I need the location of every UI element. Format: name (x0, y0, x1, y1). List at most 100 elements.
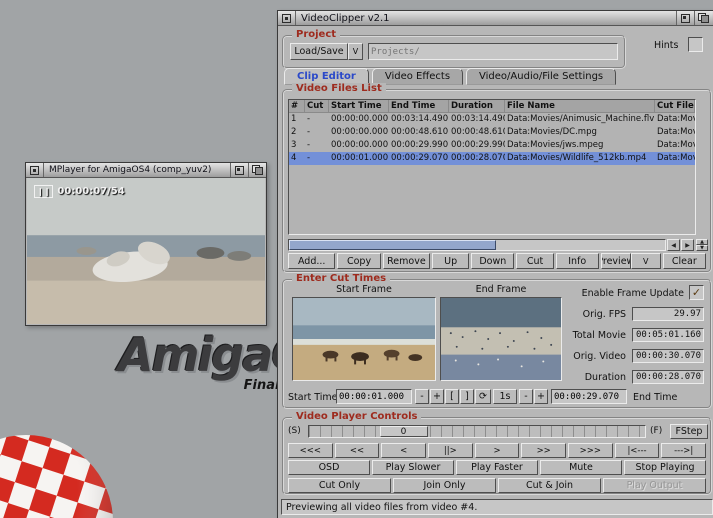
zoom-gadget-icon[interactable] (230, 163, 248, 177)
pause-icon: ❙❙ (34, 185, 53, 198)
table-row[interactable]: 2 - 00:00:00.000 00:00:48.610 00:00:48.6… (289, 126, 695, 139)
cell: Data:Movies (655, 152, 695, 165)
mplayer-osd: ❙❙ 00:00:07/54 (34, 185, 125, 198)
join-only-button[interactable]: Join Only (393, 478, 496, 493)
rewind-fast-button[interactable]: <<< (288, 443, 333, 458)
video-player-controls-label: Video Player Controls (292, 411, 421, 422)
zoom-gadget-icon[interactable] (676, 11, 694, 25)
video-files-table: # Cut Start Time End Time Duration File … (288, 99, 696, 235)
step-size-button[interactable]: 1s (493, 389, 517, 404)
mplayer-title: MPlayer for AmigaOS4 (comp_yuv2) (44, 165, 230, 175)
loop-button[interactable]: ⟳ (475, 389, 491, 404)
forward-button[interactable]: >> (521, 443, 566, 458)
scroll-down-button[interactable]: ▼ (696, 245, 708, 251)
cell: 00:00:29.070 (389, 152, 449, 165)
add-button[interactable]: Add... (288, 253, 335, 269)
up-button[interactable]: Up (432, 253, 469, 269)
hints-checkbox[interactable] (688, 37, 703, 52)
cut-only-button[interactable]: Cut Only (288, 478, 391, 493)
close-gadget-icon[interactable] (278, 11, 296, 25)
load-save-popup-button[interactable]: V (348, 43, 363, 60)
load-save-button[interactable]: Load/Save (290, 43, 348, 60)
start-plus-button[interactable]: + (430, 389, 444, 404)
col-header-start-time[interactable]: Start Time (329, 100, 389, 113)
duration-label: Duration (536, 372, 626, 383)
preview-popup-button[interactable]: V (631, 253, 661, 269)
seek-slider-thumb[interactable]: 0 (380, 426, 428, 437)
osd-button[interactable]: OSD (288, 460, 370, 475)
remove-button[interactable]: Remove (383, 253, 430, 269)
start-frame-image (293, 298, 435, 380)
cut-button[interactable]: Cut (516, 253, 553, 269)
cell: Data:Movies/Animusic_Machine.flv (505, 113, 655, 126)
video-files-list-label: Video Files List (292, 83, 386, 94)
copy-button[interactable]: Copy (337, 253, 380, 269)
mplayer-video[interactable]: ❙❙ 00:00:07/54 (27, 178, 265, 324)
project-path-input[interactable] (368, 43, 618, 60)
fstep-button[interactable]: FStep (670, 424, 708, 439)
videoclipper-title: VideoClipper v2.1 (296, 13, 676, 24)
depth-gadget-icon[interactable] (248, 163, 266, 177)
cell: 3 (289, 139, 305, 152)
goto-end-button[interactable]: --->| (661, 443, 706, 458)
video-player-controls-group: Video Player Controls (S) 0 (F) FStep <<… (282, 417, 712, 495)
cell: 4 (289, 152, 305, 165)
output-actions-row: Cut Only Join Only Cut & Join Play Outpu… (288, 478, 706, 493)
boing-ball (0, 434, 114, 518)
start-minus-button[interactable]: - (415, 389, 429, 404)
tab-video-audio-file-settings[interactable]: Video/Audio/File Settings (466, 68, 616, 85)
table-row-selected[interactable]: 4 - 00:00:01.000 00:00:29.070 00:00:28.0… (289, 152, 695, 165)
col-header-duration[interactable]: Duration (449, 100, 505, 113)
cell: 00:03:14.490 (389, 113, 449, 126)
play-pause-button[interactable]: ||> (428, 443, 473, 458)
rewind-button[interactable]: << (335, 443, 380, 458)
step-forward-button[interactable]: > (475, 443, 520, 458)
stop-playing-button[interactable]: Stop Playing (624, 460, 706, 475)
scroll-right-button[interactable]: ▶ (681, 239, 694, 251)
status-bar: Previewing all video files from video #4… (281, 499, 713, 515)
down-button[interactable]: Down (471, 253, 514, 269)
col-header-cut[interactable]: Cut (305, 100, 329, 113)
bracket-close-button[interactable]: ] (460, 389, 474, 404)
close-gadget-icon[interactable] (26, 163, 44, 177)
mute-button[interactable]: Mute (540, 460, 622, 475)
cut-and-join-button[interactable]: Cut & Join (498, 478, 601, 493)
horizontal-scrollbar-thumb[interactable] (289, 240, 496, 250)
cell: Data:Movies (655, 113, 695, 126)
videoclipper-titlebar[interactable]: VideoClipper v2.1 (278, 11, 713, 26)
play-output-button: Play Output (603, 478, 706, 493)
end-frame-label: End Frame (440, 284, 562, 295)
clear-button[interactable]: Clear (663, 253, 706, 269)
end-minus-button[interactable]: - (519, 389, 533, 404)
table-row[interactable]: 1 - 00:00:00.000 00:03:14.490 00:03:14.4… (289, 113, 695, 126)
end-time-input[interactable] (551, 389, 627, 404)
play-faster-button[interactable]: Play Faster (456, 460, 538, 475)
info-button[interactable]: Info (556, 253, 599, 269)
col-header-cut-file-name[interactable]: Cut File Name (655, 100, 695, 113)
project-group: Project Load/Save V (282, 35, 626, 69)
checkmark-icon: ✓ (692, 286, 701, 299)
end-plus-button[interactable]: + (534, 389, 548, 404)
table-row[interactable]: 3 - 00:00:00.000 00:00:29.990 00:00:29.9… (289, 139, 695, 152)
preview-button[interactable]: Preview (601, 253, 631, 269)
horizontal-scrollbar[interactable] (288, 239, 666, 251)
start-time-input[interactable] (336, 389, 412, 404)
step-back-button[interactable]: < (381, 443, 426, 458)
bracket-open-button[interactable]: [ (445, 389, 459, 404)
enable-frame-update-checkbox[interactable]: ✓ (689, 285, 704, 300)
col-header-end-time[interactable]: End Time (389, 100, 449, 113)
forward-fast-button[interactable]: >>> (568, 443, 613, 458)
cell: Data:Movies/DC.mpg (505, 126, 655, 139)
cell: - (305, 152, 329, 165)
col-header-index[interactable]: # (289, 100, 305, 113)
goto-start-button[interactable]: |<--- (615, 443, 660, 458)
play-slower-button[interactable]: Play Slower (372, 460, 454, 475)
scroll-left-button[interactable]: ◀ (667, 239, 680, 251)
depth-gadget-icon[interactable] (694, 11, 712, 25)
orig-fps-label: Orig. FPS (536, 309, 626, 320)
seek-slider[interactable]: 0 (308, 425, 646, 438)
mplayer-titlebar[interactable]: MPlayer for AmigaOS4 (comp_yuv2) (26, 163, 266, 178)
total-movie-value: 00:05:01.160 (632, 328, 704, 342)
videoclipper-window: VideoClipper v2.1 Project Load/Save V Hi… (277, 10, 713, 518)
col-header-file-name[interactable]: File Name (505, 100, 655, 113)
